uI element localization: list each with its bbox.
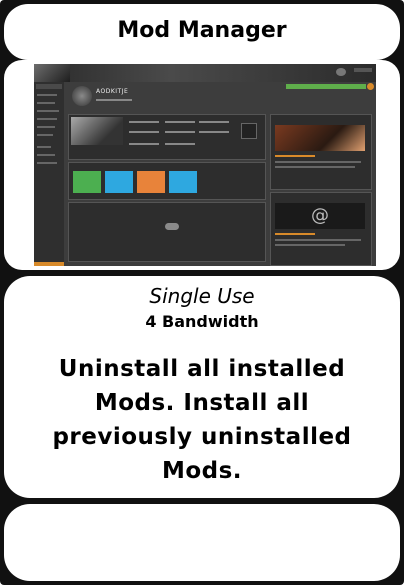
news-text <box>275 244 345 246</box>
usage-label: Single Use <box>149 284 255 308</box>
tool-row <box>129 121 159 123</box>
app-topbar <box>34 64 376 82</box>
progress-bar <box>286 84 366 89</box>
card-title: Mod Manager <box>117 18 287 43</box>
news-image <box>275 125 365 151</box>
news-heading <box>275 155 315 157</box>
news-text <box>275 239 361 241</box>
setup-tile <box>105 171 133 193</box>
tool-row <box>165 131 195 133</box>
setup-tile <box>169 171 197 193</box>
sidebar-item-active <box>36 84 62 89</box>
game-cover-image <box>71 117 123 145</box>
cost-label: 4 Bandwidth <box>145 312 259 331</box>
sidebar-item <box>37 110 59 112</box>
tool-row <box>165 121 195 123</box>
game-title: AODKITJE <box>96 88 129 95</box>
card-description: Uninstall all installed Mods. Install al… <box>52 356 352 484</box>
game-banner-image <box>34 64 70 82</box>
tool-row <box>129 143 159 145</box>
latest-news-panel: @ <box>270 192 372 266</box>
at-icon: @ <box>311 205 329 226</box>
sidebar-item <box>37 94 57 96</box>
game-subtitle <box>96 99 132 101</box>
play-button <box>241 123 257 139</box>
app-header: AODKITJE <box>68 84 268 110</box>
card-art-band: AODKITJE @ <box>4 60 400 270</box>
card-title-band: Mod Manager <box>4 4 400 60</box>
card-text-band: Single Use 4 Bandwidth Uninstall all ins… <box>4 276 400 498</box>
avatar <box>336 68 346 76</box>
card: Mod Manager AODKITJE @ Single Use 4 Band… <box>0 0 404 585</box>
setup-tile <box>137 171 165 193</box>
mod-manager-screenshot: AODKITJE @ <box>34 64 376 266</box>
controller-icon <box>165 223 179 230</box>
notification-badge <box>367 83 374 90</box>
news-text <box>275 161 361 163</box>
news-heading <box>275 233 315 235</box>
new-files-panel <box>270 114 372 190</box>
tool-row <box>165 143 195 145</box>
sidebar-item <box>37 162 57 164</box>
sidebar-item <box>37 118 57 120</box>
sidebar-item <box>37 126 55 128</box>
news-text <box>275 166 355 168</box>
sidebar-item <box>37 154 55 156</box>
card-bottom-band <box>4 504 400 581</box>
recently-managed-panel <box>68 202 266 262</box>
tool-row <box>129 131 159 133</box>
game-logo-icon <box>72 86 92 106</box>
sidebar-item <box>37 134 53 136</box>
tool-row <box>199 121 229 123</box>
tool-row <box>199 131 229 133</box>
sidebar-item <box>37 146 51 148</box>
news-image: @ <box>275 203 365 229</box>
setup-tile <box>73 171 101 193</box>
window-controls <box>354 68 372 72</box>
sidebar-item <box>37 102 55 104</box>
app-sidebar <box>34 82 64 266</box>
setup-panel <box>68 162 266 200</box>
game-panel <box>68 114 266 160</box>
sidebar-accent <box>34 262 64 266</box>
